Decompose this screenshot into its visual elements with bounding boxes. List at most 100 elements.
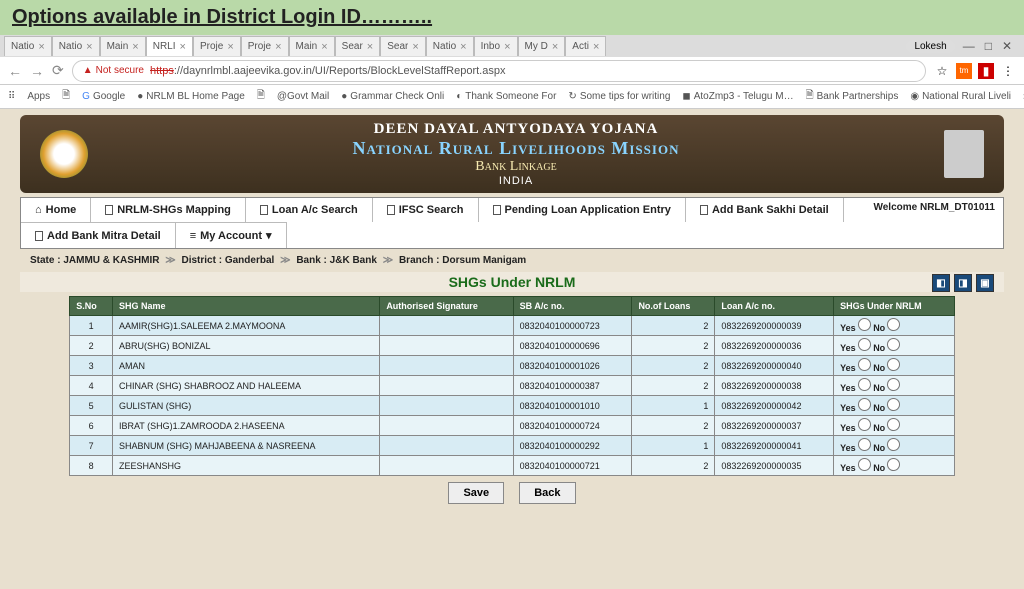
no-radio[interactable]	[887, 438, 900, 451]
tab-close-icon[interactable]: ×	[38, 41, 44, 53]
india-emblem	[944, 130, 984, 178]
reload-icon[interactable]: ⟳	[52, 62, 64, 79]
yes-radio[interactable]	[858, 378, 871, 391]
export-btn-1[interactable]: ◧	[932, 274, 950, 292]
header-line2: National Rural Livelihoods Mission	[88, 138, 944, 159]
bookmark-tips[interactable]: ↻ Some tips for writing	[568, 91, 670, 102]
table-row: 5GULISTAN (SHG)0832040100001010108322692…	[70, 396, 955, 416]
maximize-icon[interactable]: □	[985, 39, 992, 53]
table-row: 7SHABNUM (SHG) MAHJABEENA & NASREENA0832…	[70, 436, 955, 456]
menu-icon[interactable]: ⋮	[1000, 63, 1016, 79]
tab-bar: Natio×Natio×Main×NRLI×Proje×Proje×Main×S…	[0, 35, 1024, 57]
tab-close-icon[interactable]: ×	[321, 41, 327, 53]
bookmark-thank[interactable]: ◐ Thank Someone For	[456, 91, 556, 102]
star-icon[interactable]: ☆	[934, 63, 950, 79]
yes-radio[interactable]	[858, 438, 871, 451]
tab-close-icon[interactable]: ×	[412, 41, 418, 53]
no-radio[interactable]	[887, 458, 900, 471]
bookmark-google[interactable]: G Google	[82, 91, 125, 102]
tab-close-icon[interactable]: ×	[504, 41, 510, 53]
tab-close-icon[interactable]: ×	[593, 41, 599, 53]
browser-tab[interactable]: Sear×	[335, 36, 381, 56]
extension-icon-1[interactable]: tm	[956, 63, 972, 79]
forward-icon[interactable]: →	[30, 63, 44, 79]
bookmark-item[interactable]: 🗎	[257, 88, 265, 105]
bookmark-item[interactable]: 🗎	[62, 88, 70, 105]
shg-table: S.NoSHG NameAuthorised SignatureSB A/c n…	[69, 296, 955, 476]
address-bar: ← → ⟳ ▲ Not secure https://daynrlmbl.aaj…	[0, 57, 1024, 85]
tab-close-icon[interactable]: ×	[227, 41, 233, 53]
browser-tab[interactable]: Natio×	[426, 36, 474, 56]
no-radio[interactable]	[887, 358, 900, 371]
bookmark-atoz[interactable]: ◼ AtoZmp3 - Telugu M…	[682, 91, 793, 102]
main-nav: ⌂ Home NRLM-SHGs Mapping Loan A/c Search…	[20, 197, 1004, 249]
not-secure-badge: ▲ Not secure	[83, 65, 144, 76]
browser-tab[interactable]: Acti×	[565, 36, 606, 56]
bookmark-nrlm[interactable]: ● NRLM BL Home Page	[137, 91, 245, 102]
back-icon[interactable]: ←	[8, 63, 22, 79]
bookmark-grammar[interactable]: ● Grammar Check Onli	[341, 91, 444, 102]
tab-close-icon[interactable]: ×	[132, 41, 138, 53]
browser-tab[interactable]: Main×	[289, 36, 335, 56]
table-row: 2ABRU(SHG) BONIZAL0832040100000696208322…	[70, 336, 955, 356]
browser-tab[interactable]: Main×	[100, 36, 146, 56]
nav-my-account[interactable]: ≡ My Account ▾	[176, 222, 287, 248]
tab-close-icon[interactable]: ×	[367, 41, 373, 53]
nav-bank-mitra[interactable]: Add Bank Mitra Detail	[21, 222, 176, 248]
browser-tab[interactable]: Proje×	[241, 36, 289, 56]
nav-ifsc-search[interactable]: IFSC Search	[373, 198, 479, 222]
nav-bank-sakhi[interactable]: Add Bank Sakhi Detail	[686, 198, 844, 222]
yes-radio[interactable]	[858, 418, 871, 431]
close-icon[interactable]: ✕	[1002, 39, 1012, 53]
table-row: 8ZEESHANSHG08320401000007212083226920000…	[70, 456, 955, 476]
save-button[interactable]: Save	[448, 482, 504, 504]
browser-tab[interactable]: NRLI×	[146, 36, 193, 56]
no-radio[interactable]	[887, 398, 900, 411]
back-button[interactable]: Back	[519, 482, 575, 504]
yes-radio[interactable]	[858, 318, 871, 331]
no-radio[interactable]	[887, 338, 900, 351]
no-radio[interactable]	[887, 318, 900, 331]
browser-tab[interactable]: My D×	[518, 36, 566, 56]
nav-home[interactable]: ⌂ Home	[21, 198, 91, 222]
export-btn-2[interactable]: ◨	[954, 274, 972, 292]
tab-close-icon[interactable]: ×	[460, 41, 466, 53]
no-radio[interactable]	[887, 378, 900, 391]
tab-close-icon[interactable]: ×	[552, 41, 558, 53]
bookmark-apps[interactable]: Apps	[27, 91, 50, 102]
bookmark-nrl[interactable]: ◉ National Rural Liveli	[910, 91, 1011, 102]
nav-pending-loan[interactable]: Pending Loan Application Entry	[479, 198, 686, 222]
profile-chip[interactable]: Lokesh	[906, 40, 954, 53]
minimize-icon[interactable]: —	[963, 39, 975, 53]
extension-icon-2[interactable]: ▮	[978, 63, 994, 79]
bookmarks-bar: ⠿ Apps 🗎 G Google ● NRLM BL Home Page 🗎 …	[0, 85, 1024, 109]
browser-tab[interactable]: Proje×	[193, 36, 241, 56]
yes-radio[interactable]	[858, 398, 871, 411]
tab-close-icon[interactable]: ×	[275, 41, 281, 53]
page-content: DEEN DAYAL ANTYODAYA YOJANA National Rur…	[0, 109, 1024, 589]
apps-icon[interactable]: ⠿	[8, 91, 15, 102]
url-input[interactable]: ▲ Not secure https://daynrlmbl.aajeevika…	[72, 60, 926, 82]
doc-icon	[493, 205, 501, 215]
nrlm-logo	[40, 130, 88, 178]
browser-tab[interactable]: Natio×	[4, 36, 52, 56]
nav-loan-search[interactable]: Loan A/c Search	[246, 198, 373, 222]
no-radio[interactable]	[887, 418, 900, 431]
table-header: S.No	[70, 297, 113, 316]
yes-radio[interactable]	[858, 458, 871, 471]
yes-radio[interactable]	[858, 358, 871, 371]
table-header: SHG Name	[112, 297, 379, 316]
export-btn-3[interactable]: ▣	[976, 274, 994, 292]
browser-tab[interactable]: Sear×	[380, 36, 426, 56]
site-header: DEEN DAYAL ANTYODAYA YOJANA National Rur…	[20, 115, 1004, 193]
table-row: 3AMAN083204010000102620832269200000040Ye…	[70, 356, 955, 376]
bookmark-bankpart[interactable]: 🗎 Bank Partnerships	[806, 88, 899, 105]
tab-close-icon[interactable]: ×	[86, 41, 92, 53]
yes-radio[interactable]	[858, 338, 871, 351]
nav-shg-mapping[interactable]: NRLM-SHGs Mapping	[91, 198, 246, 222]
table-header: SB A/c no.	[513, 297, 632, 316]
tab-close-icon[interactable]: ×	[180, 41, 186, 53]
browser-tab[interactable]: Natio×	[52, 36, 100, 56]
bookmark-govtmail[interactable]: @Govt Mail	[277, 91, 329, 102]
browser-tab[interactable]: Inbo×	[474, 36, 518, 56]
